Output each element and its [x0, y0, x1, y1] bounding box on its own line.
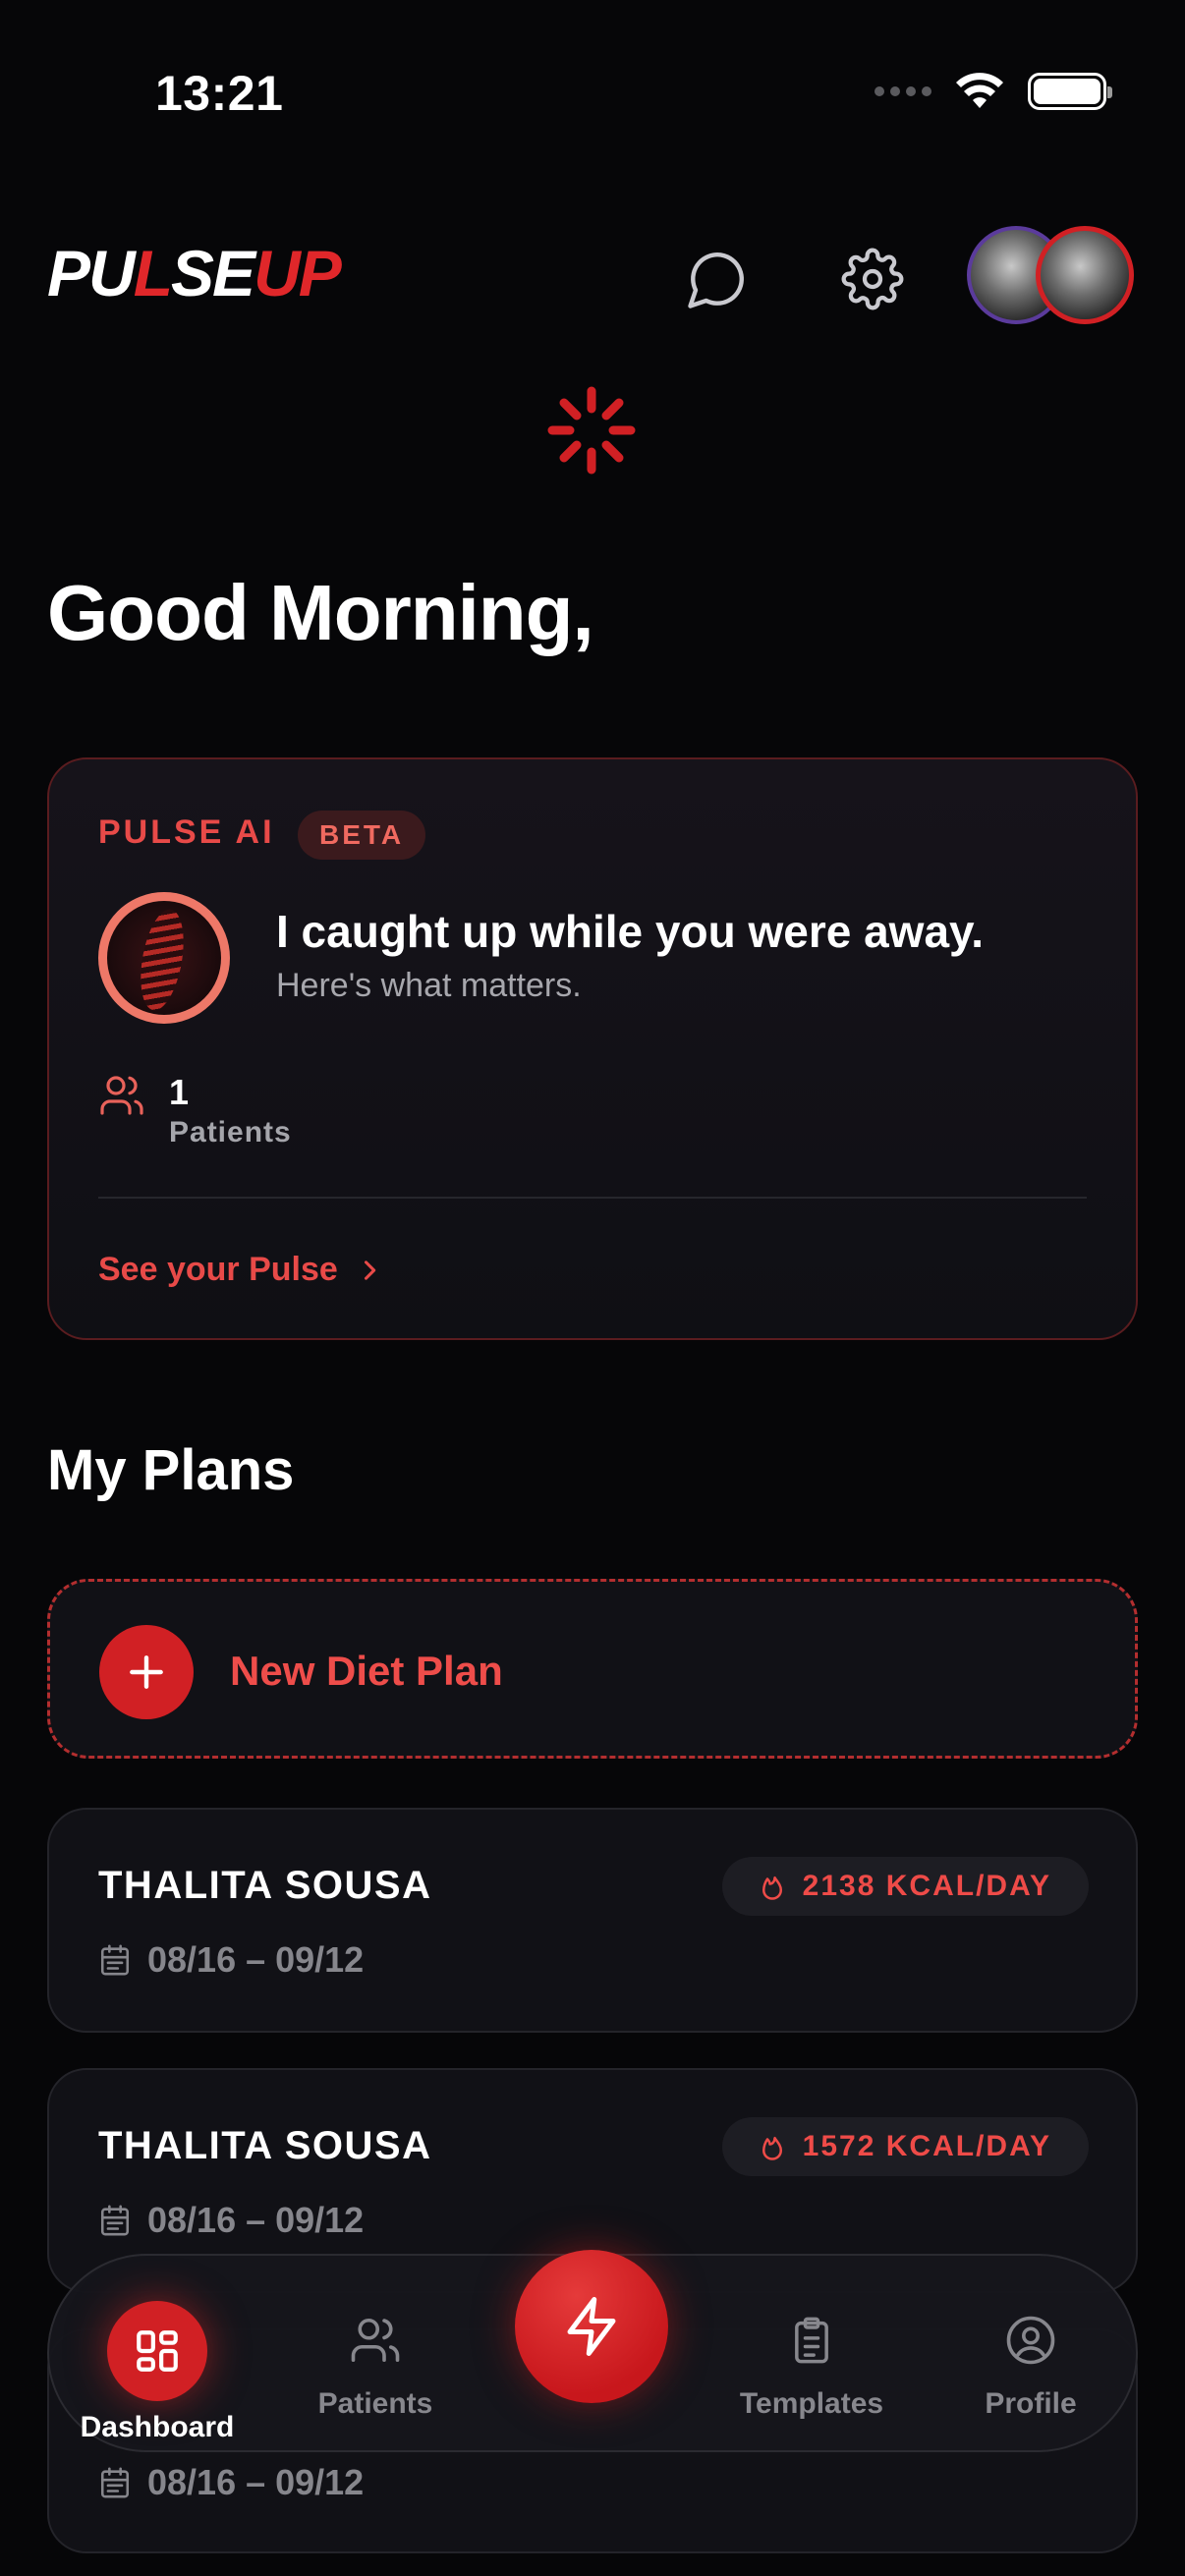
- plan-patient-name: THALITA SOUSA: [98, 1864, 432, 1907]
- calendar-icon: [100, 2205, 130, 2236]
- beta-badge: BETA: [298, 811, 426, 860]
- tab-patients-label: Patients: [317, 2387, 433, 2420]
- kcal-value: 1572 KCAL/DAY: [802, 2130, 1051, 2162]
- new-diet-plan-button[interactable]: New Diet Plan: [47, 1579, 1138, 1759]
- plan-dates: 08/16 – 09/12: [98, 2200, 364, 2241]
- pulse-ai-headline: I caught up while you were away.: [276, 906, 984, 957]
- pulse-action-button[interactable]: [515, 2250, 668, 2403]
- users-icon: [344, 2309, 407, 2372]
- plan-date-range: 08/16 – 09/12: [147, 2200, 365, 2240]
- tab-profile-label: Profile: [985, 2387, 1077, 2420]
- plan-date-range: 08/16 – 09/12: [147, 1939, 365, 1980]
- tab-profile[interactable]: Profile: [937, 2256, 1124, 2454]
- tab-dashboard[interactable]: Dashboard: [64, 2256, 251, 2454]
- new-diet-plan-label: New Diet Plan: [230, 1648, 503, 1694]
- gear-icon[interactable]: [837, 244, 908, 314]
- calendar-icon: [100, 1944, 130, 1976]
- profile-icon: [999, 2309, 1062, 2372]
- chevron-right-icon: [364, 1260, 375, 1280]
- plan-patient-name: THALITA SOUSA: [98, 2124, 432, 2167]
- pulse-ai-orb-icon: [98, 892, 230, 1024]
- kcal-badge: 2138 KCAL/DAY: [721, 1857, 1089, 1916]
- signal-dots-icon: [875, 86, 931, 96]
- pulse-ai-subtext: Here's what matters.: [276, 967, 582, 1004]
- calendar-icon: [100, 2467, 130, 2498]
- wifi-icon: [956, 73, 1003, 108]
- plan-card[interactable]: THALITA SOUSA 2138 KCAL/DAY 08/16 – 09/1…: [47, 1808, 1138, 2033]
- plus-icon: [99, 1625, 194, 1719]
- status-indicators: [875, 73, 1112, 110]
- status-time: 13:21: [155, 66, 284, 121]
- pulse-ai-label: PULSE AI: [98, 813, 275, 851]
- card-divider: [98, 1197, 1087, 1199]
- chat-icon[interactable]: [682, 244, 753, 314]
- see-your-pulse-link[interactable]: See your Pulse: [98, 1251, 383, 1289]
- flame-icon: [762, 2137, 782, 2160]
- tab-dashboard-label: Dashboard: [80, 2411, 235, 2443]
- greeting-title: Good Morning,: [47, 569, 594, 656]
- flame-icon: [762, 1876, 782, 1900]
- loading-spinner-icon: [547, 386, 636, 475]
- clipboard-icon: [780, 2309, 843, 2372]
- see-your-pulse-label: See your Pulse: [98, 1251, 338, 1288]
- users-icon: [100, 1076, 143, 1115]
- tab-templates-label: Templates: [739, 2387, 884, 2420]
- plan-dates: 08/16 – 09/12: [98, 1939, 364, 1981]
- avatar[interactable]: [1036, 226, 1134, 324]
- pulseup-logo: PULSEUP: [47, 237, 342, 309]
- patients-count-label: Patients: [169, 1116, 292, 1148]
- my-plans-title: My Plans: [47, 1438, 295, 1502]
- plan-dates: 08/16 – 09/12: [98, 2462, 364, 2503]
- bolt-icon: [567, 2297, 616, 2356]
- tab-templates[interactable]: Templates: [718, 2256, 905, 2454]
- patients-count: 1: [169, 1072, 190, 1112]
- pulse-ai-card[interactable]: PULSE AI BETA I caught up while you were…: [47, 757, 1138, 1340]
- dashboard-icon: [107, 2301, 207, 2401]
- plan-date-range: 08/16 – 09/12: [147, 2462, 365, 2502]
- kcal-value: 2138 KCAL/DAY: [802, 1870, 1051, 1902]
- tab-patients[interactable]: Patients: [282, 2256, 469, 2454]
- kcal-badge: 1572 KCAL/DAY: [721, 2117, 1089, 2176]
- battery-icon: [1028, 73, 1112, 110]
